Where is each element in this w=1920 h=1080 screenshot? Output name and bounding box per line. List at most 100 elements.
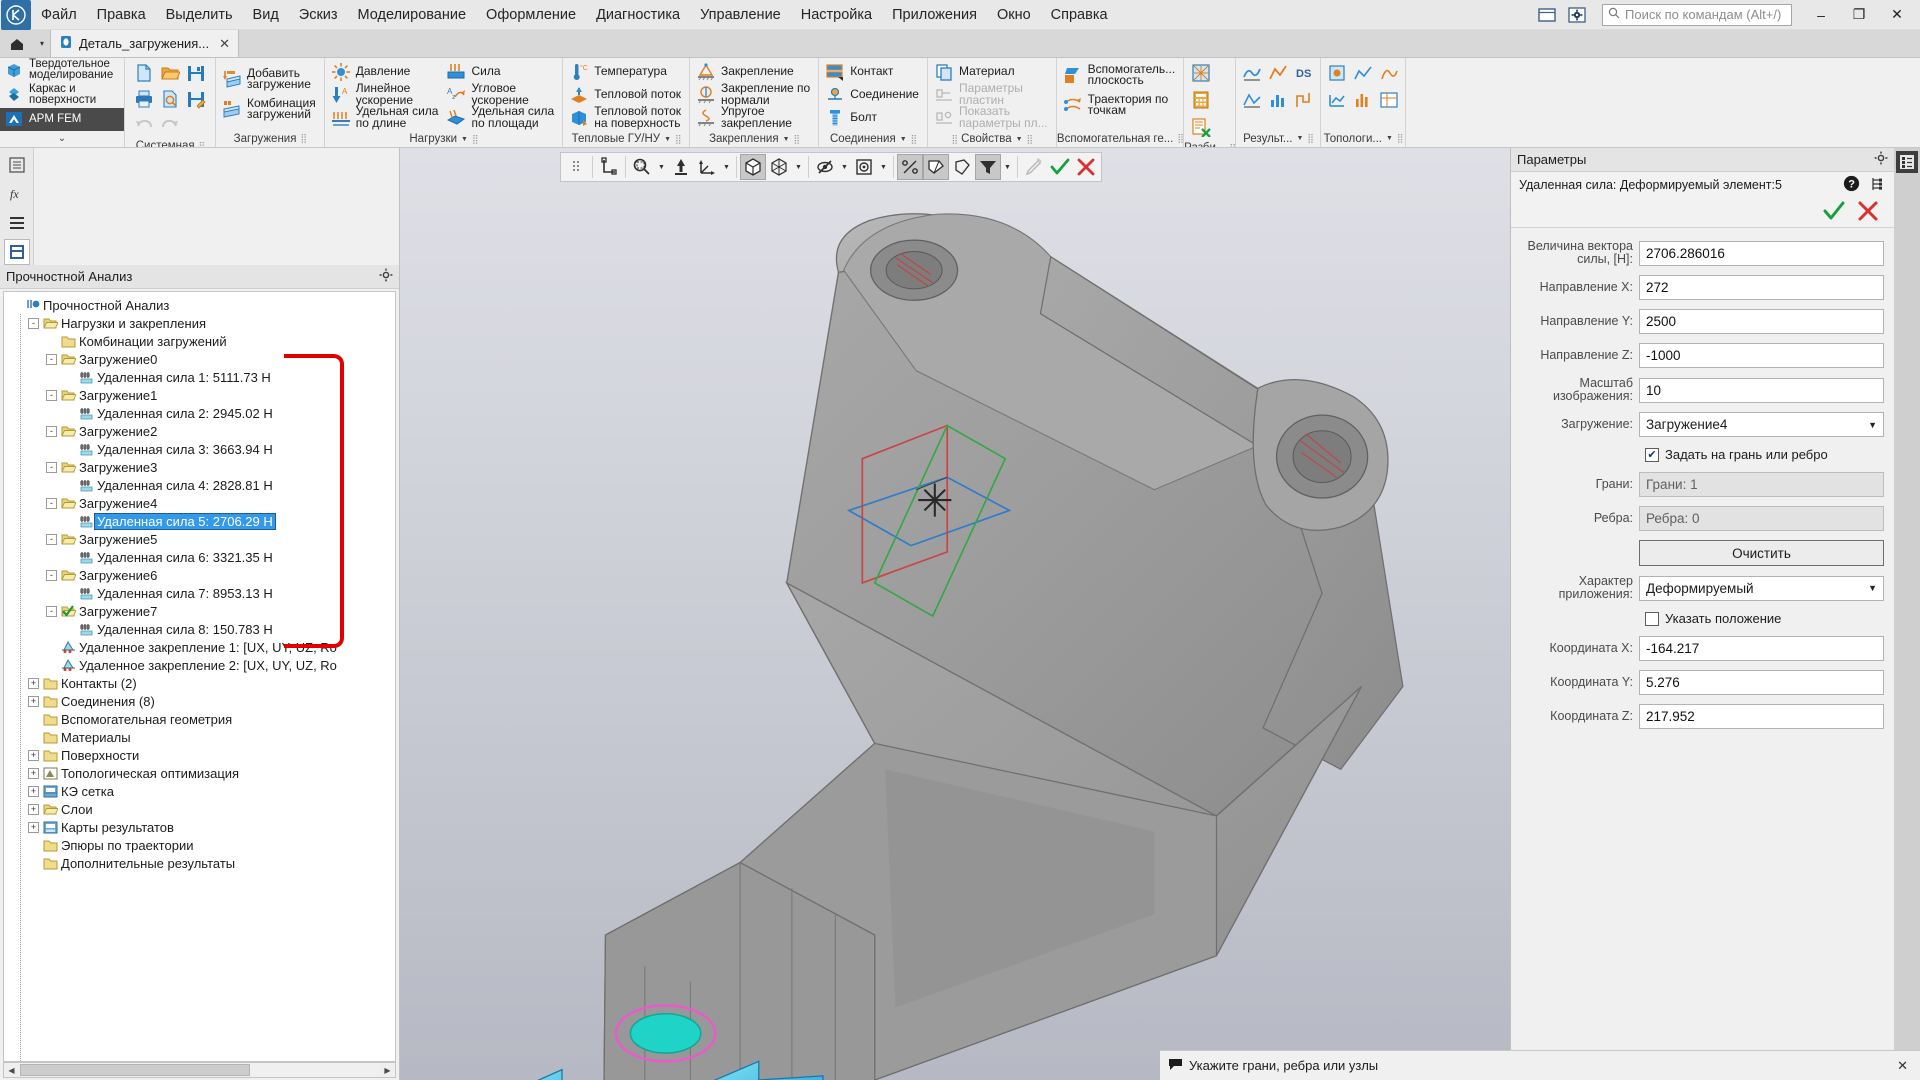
results-table-icon[interactable] — [1265, 60, 1291, 86]
menu-item-7[interactable]: Диагностика — [586, 2, 690, 28]
tree-node[interactable]: - Загружение0 — [4, 350, 395, 368]
topology-start-icon[interactable] — [1324, 60, 1350, 86]
menu-item-2[interactable]: Выделить — [156, 2, 243, 28]
status-close-icon[interactable]: ✕ — [1897, 1058, 1920, 1074]
tree-node[interactable]: - Загружение4 — [4, 494, 395, 512]
hide-dropdown-caret-icon[interactable]: ▼ — [838, 154, 851, 180]
tree-expand-toggle[interactable]: + — [28, 677, 39, 689]
show-plate-parameters-button[interactable]: Показать параметры пл... — [931, 105, 1053, 129]
faces-value[interactable]: Грани: 1 — [1639, 472, 1884, 497]
filter-icon[interactable] — [975, 154, 1001, 180]
toolbar-grip-handle[interactable] — [563, 154, 589, 180]
properties-list-icon[interactable] — [1896, 151, 1918, 173]
mode-solid-modeling[interactable]: Твердотельное моделирование — [0, 58, 124, 83]
tree-node[interactable]: + Соединения (8) — [4, 692, 395, 710]
hide-object-icon[interactable] — [812, 154, 838, 180]
gear-icon[interactable] — [379, 268, 393, 285]
tree-node[interactable]: - Загружение1 — [4, 386, 395, 404]
specify-position-checkbox[interactable] — [1645, 611, 1659, 626]
mode-apm-fem[interactable]: APM FEM — [0, 107, 124, 131]
material-button[interactable]: Материал — [931, 60, 1053, 83]
search-input[interactable]: Поиск по командам (Alt+/) — [1602, 3, 1792, 26]
structure-tree-icon[interactable] — [1870, 176, 1886, 195]
results-diagram-icon[interactable] — [1291, 87, 1317, 113]
tree-node[interactable]: Удаленная сила 8: 150.783 H — [4, 620, 395, 638]
section-dropdown-caret-icon[interactable]: ▼ — [877, 154, 890, 180]
tree-node[interactable]: - Загружение7 — [4, 602, 395, 620]
load-case-select[interactable]: Загружение4 ▼ — [1639, 412, 1884, 437]
angular-acceleration-button[interactable]: Az Угловое ускорение — [443, 82, 559, 106]
topology-settings-icon[interactable] — [1376, 87, 1402, 113]
filter-dropdown-caret-icon[interactable]: ▼ — [1001, 154, 1014, 180]
mesh-calculate-icon[interactable] — [1188, 87, 1214, 113]
save-as-icon[interactable] — [183, 86, 209, 112]
group-expand-caret-icon[interactable]: ▼ — [1386, 135, 1393, 142]
tree-node[interactable]: Удаленная сила 3: 3663.94 H — [4, 440, 395, 458]
tree-horizontal-scrollbar[interactable]: ◀ ▶ — [3, 1062, 396, 1078]
tree-node[interactable]: - Загружение5 — [4, 530, 395, 548]
tree-expand-toggle[interactable]: - — [46, 425, 57, 437]
tree-expand-toggle[interactable]: + — [28, 785, 39, 797]
coordinate-y[interactable]: 5.276 — [1639, 670, 1884, 695]
tree-node[interactable]: Удаленная сила 4: 2828.81 H — [4, 476, 395, 494]
document-tab[interactable]: Деталь_загружения... ✕ — [50, 30, 240, 57]
edges-value[interactable]: Ребра: 0 — [1639, 506, 1884, 531]
variables-fx-icon[interactable]: fx — [4, 181, 30, 207]
tree-node[interactable]: + Поверхности — [4, 746, 395, 764]
topology-shape-icon[interactable] — [1376, 60, 1402, 86]
print-preview-icon[interactable] — [157, 86, 183, 112]
auxiliary-plane-button[interactable]: Вспомогатель... плоскость — [1060, 60, 1181, 90]
close-button[interactable]: ✕ — [1880, 1, 1914, 29]
mode-wireframe-surfaces[interactable]: Каркас и поверхности — [0, 83, 124, 108]
group-expand-caret-icon[interactable]: ▼ — [664, 136, 671, 143]
help-icon[interactable]: ? — [1843, 175, 1860, 195]
specify-position-checkbox-row[interactable]: Указать положение — [1645, 611, 1884, 626]
tree-expand-toggle[interactable]: + — [28, 749, 39, 761]
geometry-select-icon[interactable] — [897, 154, 923, 180]
pressure-button[interactable]: Давление — [328, 60, 444, 83]
restore-button[interactable]: ❐ — [1842, 1, 1876, 29]
restraint-button[interactable]: Закрепление — [693, 60, 815, 83]
tree-expand-toggle[interactable]: + — [28, 767, 39, 779]
tree-view-icon[interactable] — [4, 152, 30, 178]
tree-expand-toggle[interactable]: - — [46, 533, 57, 545]
orient-up-icon[interactable] — [668, 154, 694, 180]
face-edge-checkbox-row[interactable]: ✔ Задать на грань или ребро — [1645, 447, 1884, 462]
tree-node[interactable]: Удаленная сила 5: 2706.29 H — [4, 512, 395, 530]
close-icon[interactable]: ✕ — [219, 36, 230, 52]
group-expand-caret-icon[interactable]: ▼ — [1296, 135, 1303, 142]
eyedropper-icon[interactable] — [1021, 154, 1047, 180]
group-expand-caret-icon[interactable]: ▼ — [783, 136, 790, 143]
zoom-dropdown-caret-icon[interactable]: ▼ — [655, 154, 668, 180]
direction-x[interactable]: 272 — [1639, 275, 1884, 300]
tree-node[interactable]: Удаленная сила 2: 2945.02 H — [4, 404, 395, 422]
menu-item-12[interactable]: Справка — [1041, 2, 1118, 28]
menu-item-8[interactable]: Управление — [690, 2, 791, 28]
tree-node[interactable]: Прочностной Анализ — [4, 296, 395, 314]
tree-node[interactable]: + Топологическая оптимизация — [4, 764, 395, 782]
view-mode-dropdown-caret-icon[interactable]: ▼ — [792, 154, 805, 180]
results-export-icon[interactable] — [1239, 87, 1265, 113]
mesh-generate-icon[interactable] — [1188, 60, 1214, 86]
face-edge-checkbox[interactable]: ✔ — [1645, 447, 1659, 462]
direction-y[interactable]: 2500 — [1639, 309, 1884, 334]
open-document-icon[interactable] — [157, 60, 183, 86]
tree-expand-toggle[interactable]: - — [46, 461, 57, 473]
scroll-right-icon[interactable]: ▶ — [380, 1063, 395, 1077]
clear-button[interactable]: Очистить — [1639, 540, 1884, 566]
menu-item-0[interactable]: Файл — [31, 2, 87, 28]
tree-expand-toggle[interactable]: - — [46, 605, 57, 617]
tree-expand-toggle[interactable]: + — [28, 821, 39, 833]
tree-expand-toggle[interactable]: + — [28, 695, 39, 707]
orientation-axes-icon[interactable] — [694, 154, 720, 180]
tree-node[interactable]: + Карты результатов — [4, 818, 395, 836]
tree-node[interactable]: Вспомогательная геометрия — [4, 710, 395, 728]
elastic-restraint-button[interactable]: Упругое закрепление — [693, 105, 815, 129]
menu-item-6[interactable]: Оформление — [476, 2, 586, 28]
group-expand-caret-icon[interactable]: ▼ — [1016, 136, 1023, 143]
redo-icon[interactable] — [157, 112, 183, 138]
face-select-icon[interactable] — [923, 154, 949, 180]
tree-node[interactable]: Эпюры по траектории — [4, 836, 395, 854]
shaded-view-icon[interactable] — [740, 154, 766, 180]
gear-icon[interactable] — [1874, 151, 1888, 168]
